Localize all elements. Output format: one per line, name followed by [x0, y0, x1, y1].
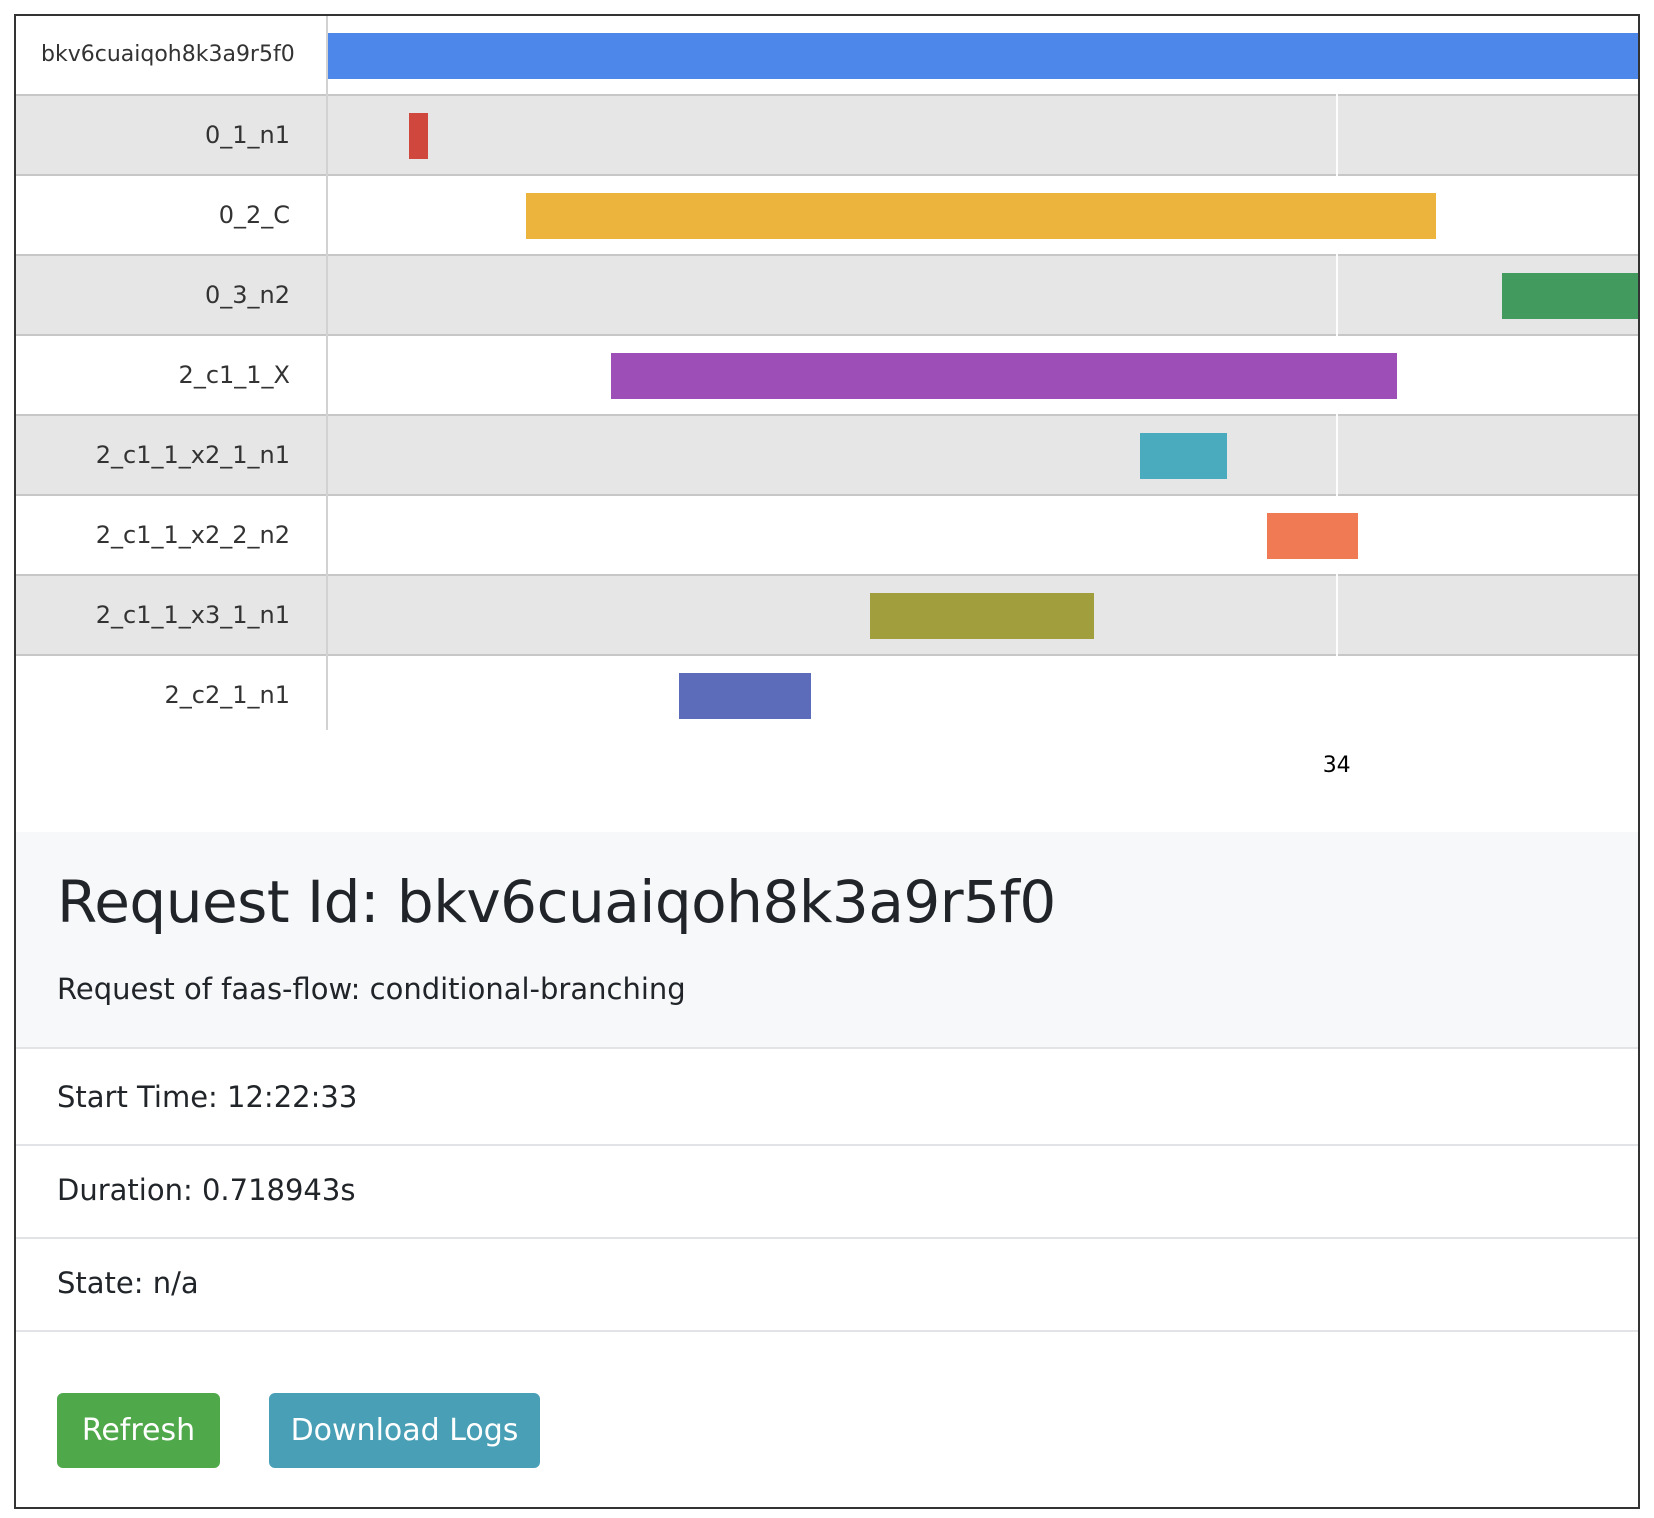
- task-bar[interactable]: [1267, 513, 1358, 559]
- task-bar[interactable]: [610, 353, 1397, 399]
- axis-tick-label: 34: [1322, 753, 1351, 778]
- task-bar[interactable]: [1501, 273, 1638, 319]
- request-card: bkv6cuaiqoh8k3a9r5f0 0_1_n1 0_2_C 0_3_n2 2_c…: [14, 14, 1640, 1509]
- start-time-text: Start Time: 12:22:33: [57, 1080, 358, 1114]
- request-subtitle: Request of faas-flow: conditional-branch…: [57, 972, 686, 1006]
- task-bar[interactable]: [679, 673, 812, 719]
- state-text: State: n/a: [57, 1266, 199, 1300]
- row-label: 2_c1_1_x2_1_n1: [95, 441, 290, 469]
- request-title: Request Id: bkv6cuaiqoh8k3a9r5f0: [57, 868, 1056, 936]
- task-bar[interactable]: [328, 33, 1638, 79]
- start-time-item: Start Time: 12:22:33: [16, 1049, 1638, 1146]
- duration-text: Duration: 0.718943s: [57, 1173, 356, 1207]
- state-item: State: n/a: [16, 1235, 1638, 1332]
- row-label: 2_c1_1_x2_2_n2: [95, 521, 290, 549]
- request-header: Request Id: bkv6cuaiqoh8k3a9r5f0 Request…: [16, 832, 1638, 1049]
- task-bar[interactable]: [1140, 433, 1227, 479]
- refresh-button[interactable]: Refresh: [57, 1393, 220, 1468]
- row-label: 0_2_C: [218, 201, 290, 229]
- row-label: bkv6cuaiqoh8k3a9r5f0: [41, 42, 295, 67]
- timeline-tracks: [328, 16, 1638, 730]
- task-bar[interactable]: [870, 593, 1095, 639]
- row-label: 2_c1_1_x3_1_n1: [95, 601, 290, 629]
- row-label: 0_1_n1: [204, 121, 290, 149]
- gantt-timeline: bkv6cuaiqoh8k3a9r5f0 0_1_n1 0_2_C 0_3_n2 2_c…: [16, 16, 1638, 736]
- row-label: 0_3_n2: [204, 281, 290, 309]
- task-bar[interactable]: [409, 113, 428, 159]
- download-logs-button[interactable]: Download Logs: [269, 1393, 540, 1468]
- row-label: 2_c2_1_n1: [164, 681, 290, 709]
- row-label: 2_c1_1_X: [178, 361, 290, 389]
- duration-item: Duration: 0.718943s: [16, 1142, 1638, 1239]
- task-bar[interactable]: [525, 193, 1437, 239]
